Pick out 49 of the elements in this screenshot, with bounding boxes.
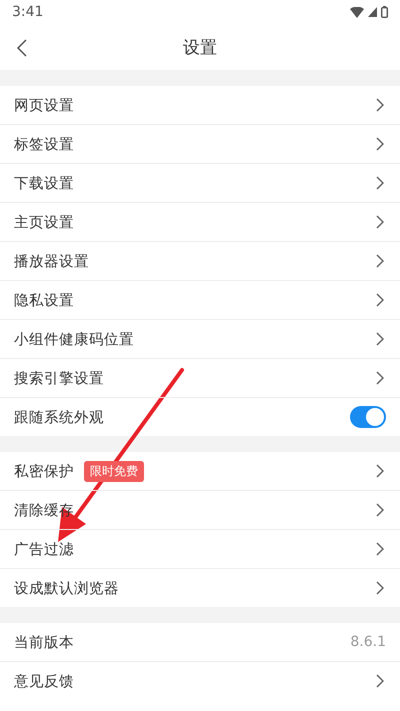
chevron-icon (376, 371, 384, 385)
status-time: 3:41 (12, 4, 44, 20)
row-label: 下载设置 (14, 174, 74, 192)
toggle-switch[interactable] (350, 406, 386, 428)
chevron-icon (376, 581, 384, 595)
chevron-icon (376, 332, 384, 346)
signal-icon (368, 7, 377, 17)
chevron-icon (376, 254, 384, 268)
back-icon[interactable] (16, 38, 28, 58)
row-label: 广告过滤 (14, 540, 74, 558)
row-label: 跟随系统外观 (14, 408, 104, 426)
wifi-icon (350, 6, 364, 18)
row-label: 搜索引擎设置 (14, 370, 104, 388)
settings-row[interactable]: 小组件健康码位置 (0, 320, 400, 359)
row-label: 小组件健康码位置 (14, 330, 134, 348)
settings-row[interactable]: 意见反馈 (0, 662, 400, 700)
row-label: 主页设置 (14, 214, 74, 232)
settings-row[interactable]: 下载设置 (0, 164, 400, 203)
chevron-icon (376, 503, 384, 517)
row-label: 私密保护 (14, 462, 74, 480)
row-label: 当前版本 (14, 634, 74, 652)
settings-row[interactable]: 设成默认浏览器 (0, 569, 400, 607)
chevron-icon (376, 176, 384, 190)
chevron-icon (376, 137, 384, 151)
page-title: 设置 (183, 36, 217, 58)
row-label: 设成默认浏览器 (14, 580, 119, 598)
row-label: 网页设置 (14, 96, 74, 114)
chevron-icon (376, 293, 384, 307)
chevron-icon (376, 215, 384, 229)
settings-row[interactable]: 隐私设置 (0, 281, 400, 320)
settings-row[interactable]: 播放器设置 (0, 242, 400, 281)
promo-badge: 限时免费 (84, 460, 144, 482)
version-value: 8.6.1 (350, 634, 386, 650)
settings-row[interactable]: 搜索引擎设置 (0, 359, 400, 398)
battery-icon (381, 6, 388, 18)
row-label: 播放器设置 (14, 252, 89, 270)
chevron-icon (376, 464, 384, 478)
settings-row[interactable]: 主页设置 (0, 203, 400, 242)
chevron-icon (376, 542, 384, 556)
settings-row[interactable]: 标签设置 (0, 125, 400, 164)
chevron-icon (376, 98, 384, 112)
settings-row[interactable]: 跟随系统外观 (0, 398, 400, 436)
row-label: 意见反馈 (14, 672, 74, 690)
settings-row[interactable]: 私密保护 限时免费 (0, 452, 400, 491)
chevron-icon (376, 674, 384, 688)
row-label: 隐私设置 (14, 292, 74, 310)
settings-row[interactable]: 网页设置 (0, 86, 400, 125)
row-label: 标签设置 (14, 136, 74, 154)
settings-row[interactable]: 当前版本 8.6.1 (0, 623, 400, 662)
